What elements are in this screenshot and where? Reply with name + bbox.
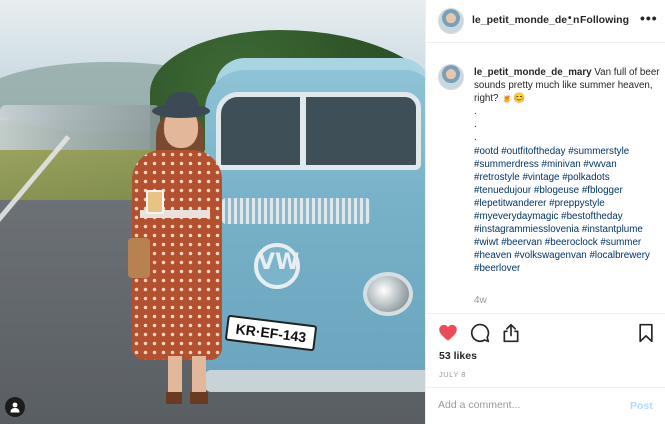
vw-logo: VW: [254, 243, 300, 289]
caption-dot-2: .: [474, 119, 477, 131]
van-bumper: [205, 370, 425, 392]
tagged-users-icon[interactable]: [5, 397, 25, 417]
caption-hashtags[interactable]: #ootd #outfitoftheday #summerstyle #summ…: [474, 146, 650, 275]
comment-icon[interactable]: [470, 323, 490, 343]
van-windshield-divider: [300, 95, 306, 170]
beer-glass: [146, 190, 164, 214]
van-headlight: [363, 272, 413, 316]
post-caption: le_petit_monde_de_mary Van full of beer …: [474, 66, 660, 276]
action-bar: [426, 313, 665, 353]
post-side-panel: le_petit_monde_de_n • Following ••• le_p…: [425, 0, 665, 424]
post-comment-button[interactable]: Post: [630, 400, 653, 412]
vw-logo-letters: VW: [258, 250, 300, 275]
post-photo[interactable]: VW KR·EF-143: [0, 0, 425, 424]
like-count[interactable]: 53 likes: [439, 350, 477, 362]
comment-input[interactable]: [438, 399, 608, 411]
heart-icon[interactable]: [438, 323, 458, 343]
hat-crown: [166, 92, 198, 112]
person-icon: [10, 402, 20, 413]
handbag: [128, 238, 150, 278]
post-date[interactable]: JULY 8: [439, 370, 466, 379]
post-header: le_petit_monde_de_n • Following •••: [426, 0, 665, 43]
header-username-link[interactable]: le_petit_monde_de_n: [472, 14, 579, 26]
more-options-icon[interactable]: •••: [640, 10, 658, 26]
caption-dot-1: .: [474, 106, 477, 118]
avatar[interactable]: [438, 8, 464, 34]
caption-avatar[interactable]: [438, 64, 464, 90]
caption-dot-3: .: [474, 132, 477, 144]
share-icon[interactable]: [501, 323, 521, 343]
header-separator: •: [568, 13, 572, 24]
van-windshield: [216, 92, 421, 170]
sandals: [166, 392, 210, 404]
following-button[interactable]: Following: [580, 14, 629, 26]
van-grille: [222, 198, 370, 224]
bookmark-icon[interactable]: [636, 323, 656, 343]
caption-time-ago[interactable]: 4w: [474, 295, 487, 306]
comment-form: Post: [426, 387, 665, 424]
caption-username-link[interactable]: le_petit_monde_de_mary: [474, 67, 592, 78]
